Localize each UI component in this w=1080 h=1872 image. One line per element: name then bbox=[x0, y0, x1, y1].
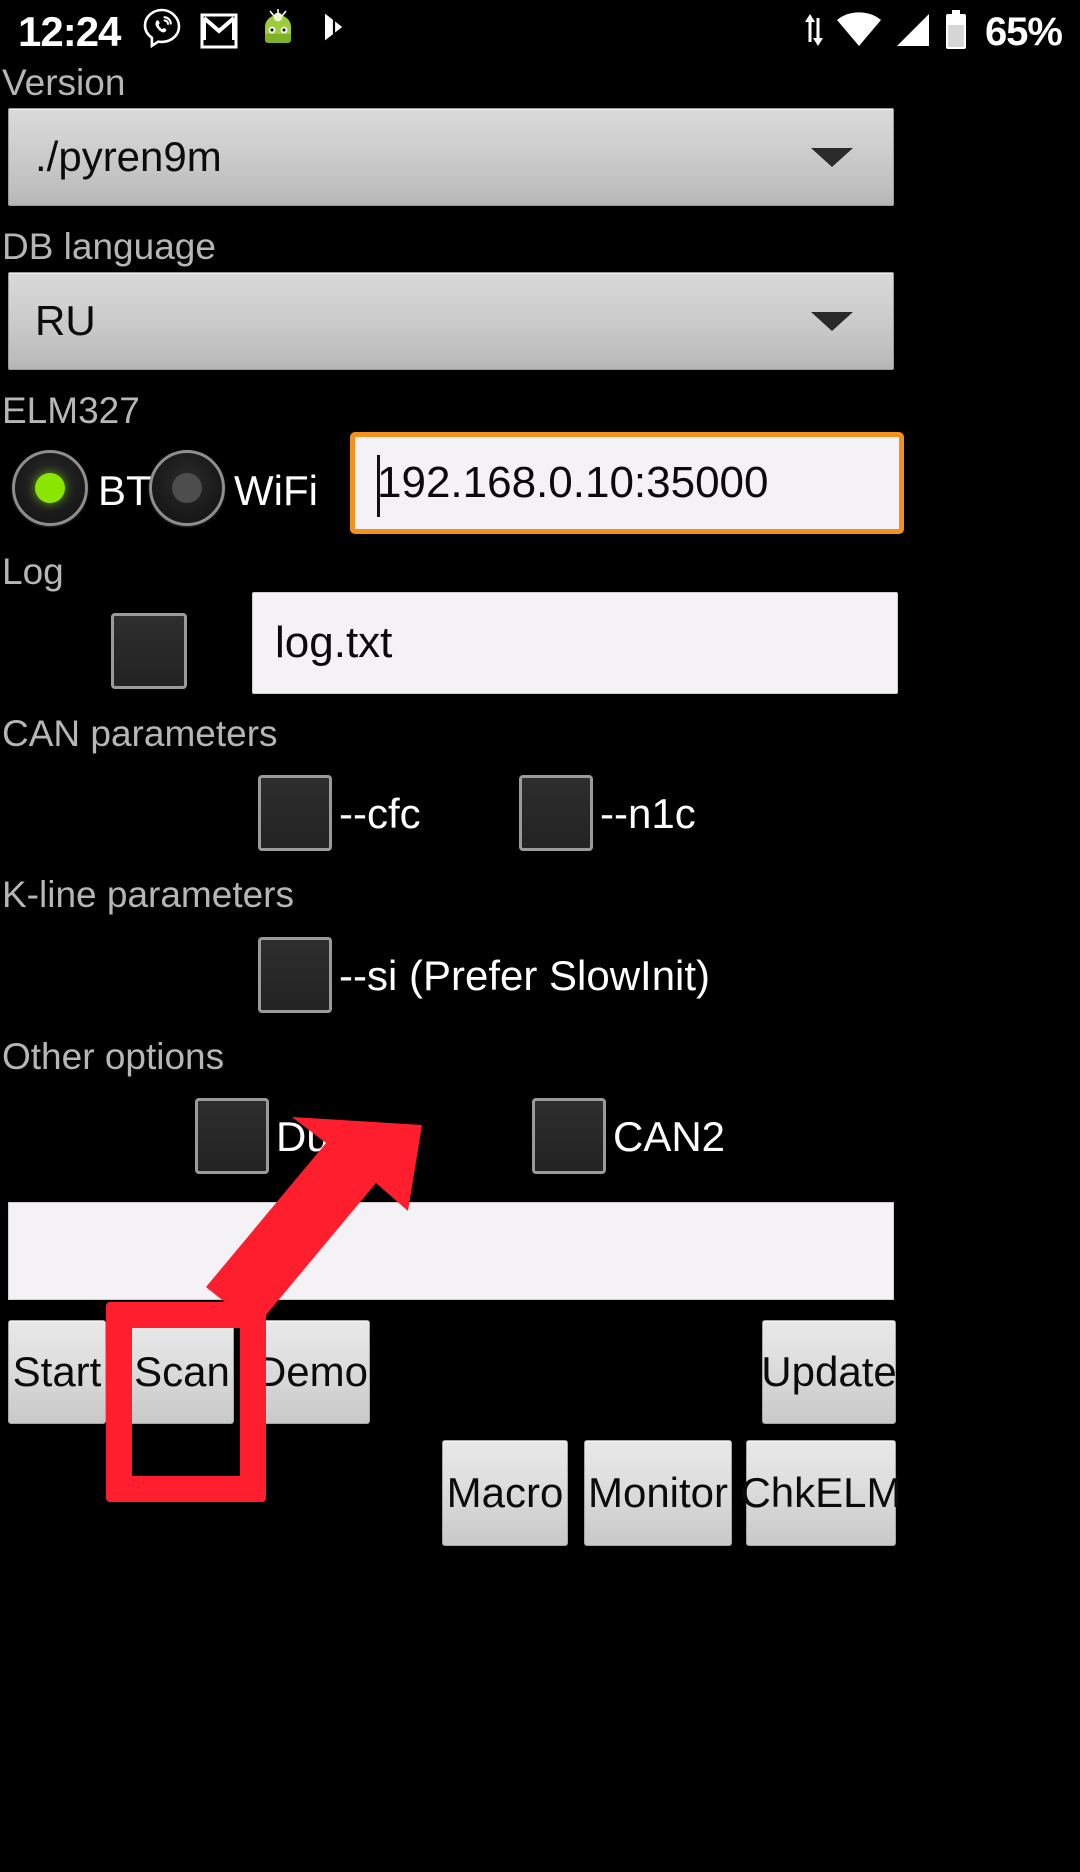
version-label: Version bbox=[2, 62, 126, 103]
elm327-label: ELM327 bbox=[2, 390, 140, 431]
radio-wifi[interactable] bbox=[149, 450, 225, 526]
log-filename-value: log.txt bbox=[275, 618, 393, 667]
log-checkbox[interactable] bbox=[111, 613, 187, 689]
battery-icon bbox=[943, 9, 969, 56]
text-cursor bbox=[377, 455, 380, 517]
viber-icon bbox=[142, 8, 182, 57]
status-bar-system-icons: 65% bbox=[803, 9, 1063, 56]
radio-wifi-label: WiFi bbox=[234, 467, 318, 514]
radio-wifi-dot bbox=[172, 473, 202, 503]
checkbox-cfc-label: --cfc bbox=[339, 790, 421, 837]
log-label: Log bbox=[2, 551, 64, 592]
checkbox-dump[interactable] bbox=[195, 1098, 269, 1174]
other-options-label: Other options bbox=[2, 1036, 225, 1077]
cell-signal-icon bbox=[893, 10, 933, 55]
status-bar-notification-icons bbox=[142, 8, 352, 57]
elm327-address-input[interactable]: 192.168.0.10:35000 bbox=[350, 432, 904, 534]
checkbox-si-label: --si (Prefer SlowInit) bbox=[339, 952, 711, 999]
db-language-spinner-value: RU bbox=[35, 297, 96, 344]
bluetooth-share-icon bbox=[316, 9, 352, 56]
elm327-address-value: 192.168.0.10:35000 bbox=[377, 458, 769, 507]
version-spinner[interactable]: ./pyren9m bbox=[8, 108, 894, 206]
checkbox-can2[interactable] bbox=[532, 1098, 606, 1174]
demo-button[interactable]: Demo bbox=[254, 1320, 370, 1424]
checkbox-can2-label: CAN2 bbox=[613, 1113, 726, 1160]
checkbox-cfc[interactable] bbox=[258, 775, 332, 851]
chkelm-button[interactable]: ChkELM bbox=[740, 1440, 902, 1546]
status-bar: 12:24 65% bbox=[0, 0, 1080, 64]
radio-bt-label: BT bbox=[98, 467, 152, 514]
gmail-icon bbox=[198, 9, 240, 56]
db-language-label: DB language bbox=[2, 226, 216, 267]
app-screen: 12:24 65% Version ./pyren9m DB language … bbox=[0, 0, 1080, 1872]
update-button[interactable]: Update bbox=[761, 1320, 897, 1424]
start-button[interactable]: Start bbox=[8, 1320, 106, 1424]
checkbox-n1c-label: --n1c bbox=[600, 790, 696, 837]
status-output-field[interactable] bbox=[8, 1202, 894, 1300]
checkbox-n1c[interactable] bbox=[519, 775, 593, 851]
radio-bt-dot bbox=[35, 473, 65, 503]
android-app-icon bbox=[256, 8, 300, 57]
can-parameters-label: CAN parameters bbox=[2, 713, 278, 754]
monitor-button[interactable]: Monitor bbox=[584, 1440, 732, 1546]
db-language-spinner[interactable]: RU bbox=[8, 272, 894, 370]
wifi-icon bbox=[835, 10, 883, 55]
checkbox-dump-label: Dump bbox=[276, 1113, 389, 1160]
chevron-down-icon bbox=[811, 148, 853, 167]
chevron-down-icon bbox=[811, 312, 853, 331]
radio-bt[interactable] bbox=[12, 450, 88, 526]
log-filename-input[interactable]: log.txt bbox=[252, 592, 898, 694]
sync-icon bbox=[803, 10, 825, 55]
scan-button[interactable]: Scan bbox=[130, 1320, 234, 1424]
macro-button[interactable]: Macro bbox=[442, 1440, 568, 1546]
checkbox-si[interactable] bbox=[258, 937, 332, 1013]
status-bar-clock: 12:24 bbox=[18, 8, 121, 55]
battery-percent-label: 65% bbox=[984, 9, 1063, 54]
kline-parameters-label: K-line parameters bbox=[2, 874, 295, 915]
version-spinner-value: ./pyren9m bbox=[35, 133, 222, 180]
